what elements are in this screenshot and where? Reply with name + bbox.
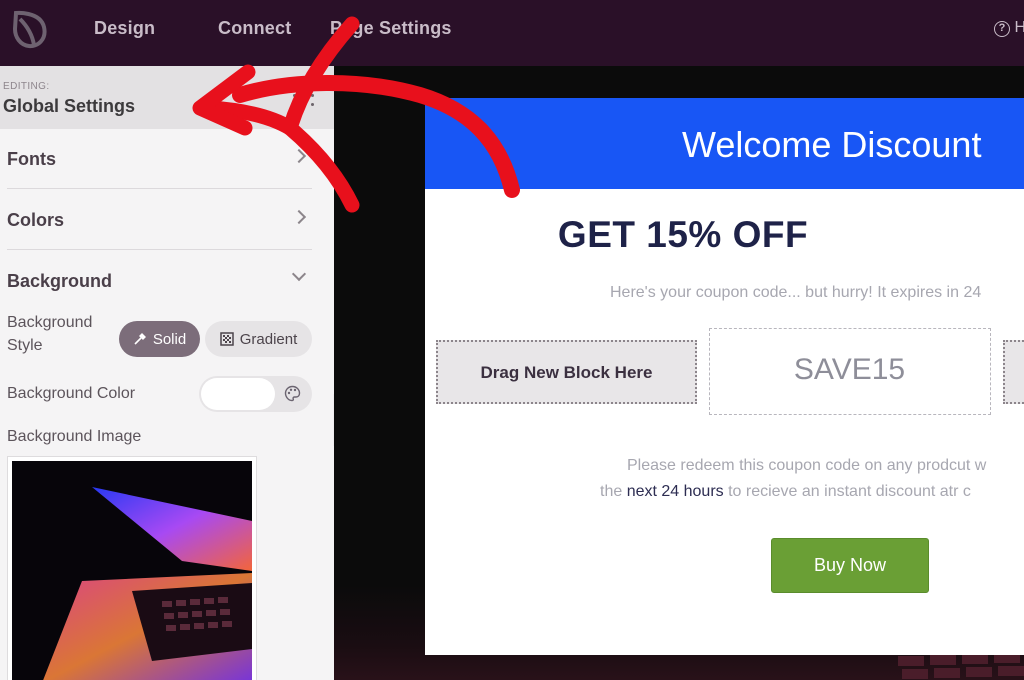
section-background[interactable]: Background xyxy=(7,251,312,311)
editing-title: Global Settings xyxy=(3,96,136,116)
color-swatch[interactable] xyxy=(201,378,275,410)
preview-canvas: Welcome Discount GET 15% OFF Here's your… xyxy=(334,66,1024,680)
help-label: Help xyxy=(1014,19,1024,36)
highlight-text: next 24 hours xyxy=(626,483,724,500)
section-colors[interactable]: Colors xyxy=(7,190,312,250)
background-color-picker[interactable] xyxy=(199,376,312,412)
background-image-preview[interactable] xyxy=(7,456,257,680)
chevron-right-icon xyxy=(291,209,307,225)
keyboard-backdrop xyxy=(898,653,1024,679)
gradient-style-button[interactable]: Gradient xyxy=(205,321,312,357)
settings-sidebar: EDITING: Global Settings Fonts Colors Ba… xyxy=(0,66,334,680)
seedprod-logo-icon[interactable] xyxy=(10,9,48,49)
help-link[interactable]: ? Help xyxy=(994,19,1024,37)
nav-page-settings[interactable]: Page Settings xyxy=(330,18,452,39)
gradient-icon xyxy=(219,332,234,346)
coupon-popup: Welcome Discount GET 15% OFF Here's your… xyxy=(425,98,1024,655)
drag-block-label: Drag New Block Here xyxy=(480,363,653,382)
section-colors-label: Colors xyxy=(7,210,65,230)
background-style-label: Background Style xyxy=(7,314,93,354)
nav-design[interactable]: Design xyxy=(94,18,155,39)
nav-connect[interactable]: Connect xyxy=(218,18,291,39)
coupon-code-block[interactable]: SAVE15 xyxy=(709,328,991,415)
palette-icon[interactable] xyxy=(284,385,301,402)
section-fonts[interactable]: Fonts xyxy=(7,129,312,189)
chevron-right-icon xyxy=(291,148,307,164)
gradient-label: Gradient xyxy=(239,330,298,348)
editing-label: EDITING: xyxy=(3,81,50,92)
section-fonts-label: Fonts xyxy=(7,149,56,169)
eyedropper-icon xyxy=(134,333,146,345)
popup-title[interactable]: Welcome Discount xyxy=(682,124,981,166)
body-line-2: the next 24 hours to recieve an instant … xyxy=(600,483,971,500)
popup-subtext[interactable]: Here's your coupon code... but hurry! It… xyxy=(610,284,981,302)
top-bar: Design Connect Page Settings ? Help xyxy=(0,0,1024,66)
sidebar-header: EDITING: Global Settings xyxy=(0,66,334,129)
background-image-label: Background Image xyxy=(7,428,142,445)
background-color-label: Background Color xyxy=(7,385,136,402)
coupon-code: SAVE15 xyxy=(793,353,906,386)
section-background-label: Background xyxy=(7,271,113,291)
body-line-1: Please redeem this coupon code on any pr… xyxy=(627,457,987,474)
help-icon: ? xyxy=(994,21,1010,37)
popup-headline[interactable]: GET 15% OFF xyxy=(425,214,941,256)
drag-new-block-placeholder[interactable]: Drag New Block Here xyxy=(436,340,697,404)
solid-style-button[interactable]: Solid xyxy=(119,321,200,357)
drag-grip-icon[interactable] xyxy=(293,94,317,108)
drag-block-right[interactable] xyxy=(1003,340,1024,404)
popup-header: Welcome Discount xyxy=(425,98,1024,189)
buy-now-button[interactable]: Buy Now xyxy=(771,538,929,593)
laptop-image xyxy=(12,461,252,680)
solid-label: Solid xyxy=(152,330,187,348)
chevron-down-icon xyxy=(291,266,307,282)
